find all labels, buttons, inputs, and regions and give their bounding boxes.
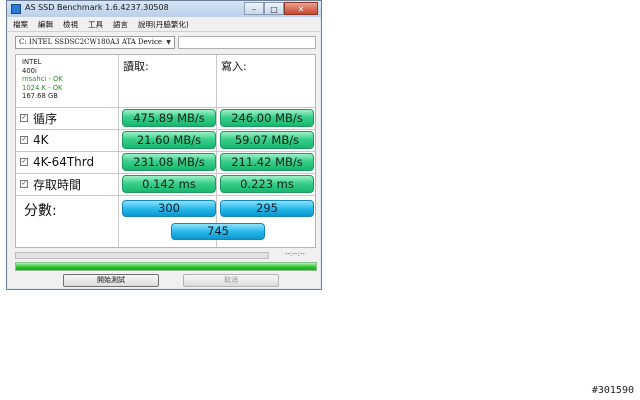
score-label: 分數: [24, 203, 57, 219]
drive-select-value: C: INTEL SSDSC2CW180A3 ATA Device [19, 38, 163, 46]
chevron-down-icon[interactable]: ▼ [164, 38, 173, 47]
client-area: C: INTEL SSDSC2CW180A3 ATA Device ▼ INTE… [8, 32, 320, 288]
row-access-label: 存取時間 [33, 177, 82, 192]
menu-language[interactable]: 語言 [108, 17, 133, 31]
drive-extra-field[interactable] [178, 36, 316, 49]
drive-size: 167.68 GB [22, 92, 58, 101]
drive-select[interactable]: C: INTEL SSDSC2CW180A3 ATA Device ▼ [15, 36, 175, 49]
row-4k64-label: 4K-64Thrd [33, 155, 95, 169]
app-icon [11, 4, 21, 14]
cancel-button[interactable]: 取消 [183, 274, 279, 287]
4k64-write-value: 211.42 MB/s [220, 153, 314, 171]
row-4k64: ✓ 4K-64Thrd [20, 152, 94, 172]
4k64-read-value: 231.08 MB/s [122, 153, 216, 171]
start-button[interactable]: 開始測試 [63, 274, 159, 287]
row-seq: ✓ 循序 [20, 108, 57, 128]
title-bar[interactable]: AS SSD Benchmark 1.6.4237.30508 – □ ✕ [7, 1, 321, 17]
total-progress-bar [15, 262, 317, 271]
row-4k-checkbox[interactable]: ✓ [20, 136, 28, 144]
window-title: AS SSD Benchmark 1.6.4237.30508 [25, 3, 169, 12]
test-progress-bar [15, 252, 269, 259]
menu-view[interactable]: 檢視 [58, 17, 83, 31]
4k-read-value: 21.60 MB/s [122, 131, 216, 149]
elapsed-time: --:--:-- [285, 250, 305, 258]
menu-bar: 檔案 編輯 檢視 工具 語言 說明(丹脇繁化) [8, 17, 320, 32]
row-seq-checkbox[interactable]: ✓ [20, 114, 28, 122]
row-access: ✓ 存取時間 [20, 174, 81, 194]
row-4k: ✓ 4K [20, 130, 49, 150]
row-4k64-checkbox[interactable]: ✓ [20, 158, 28, 166]
read-column-header: 讀取: [123, 60, 149, 73]
menu-edit[interactable]: 編輯 [33, 17, 58, 31]
score-total: 745 [171, 223, 265, 240]
row-access-checkbox[interactable]: ✓ [20, 180, 28, 188]
total-progress-fill [16, 263, 316, 270]
driver-status: msahci - OK [22, 75, 63, 84]
row-4k-label: 4K [33, 133, 49, 147]
maximize-button[interactable]: □ [264, 2, 284, 15]
menu-help[interactable]: 說明(丹脇繁化) [133, 17, 194, 31]
score-write: 295 [220, 200, 314, 217]
score-read: 300 [122, 200, 216, 217]
row-seq-label: 循序 [33, 111, 58, 126]
4k-write-value: 59.07 MB/s [220, 131, 314, 149]
menu-tools[interactable]: 工具 [83, 17, 108, 31]
close-button[interactable]: ✕ [284, 2, 318, 15]
drive-vendor: INTEL [22, 58, 42, 66]
seq-read-value: 475.89 MB/s [122, 109, 216, 127]
results-grid: INTEL 400i msahci - OK 1024 K - OK 167.6… [15, 54, 316, 248]
minimize-button[interactable]: – [244, 2, 264, 15]
seq-write-value: 246.00 MB/s [220, 109, 314, 127]
access-read-value: 0.142 ms [122, 175, 216, 193]
drive-firmware: 400i [22, 66, 37, 75]
access-write-value: 0.223 ms [220, 175, 314, 193]
drive-info: INTEL 400i msahci - OK 1024 K - OK 167.6… [22, 58, 63, 101]
alignment-status: 1024 K - OK [22, 83, 63, 92]
app-window: AS SSD Benchmark 1.6.4237.30508 – □ ✕ 檔案… [6, 0, 322, 290]
write-column-header: 寫入: [221, 60, 247, 73]
menu-file[interactable]: 檔案 [8, 17, 33, 31]
watermark: #301590 [591, 385, 634, 396]
